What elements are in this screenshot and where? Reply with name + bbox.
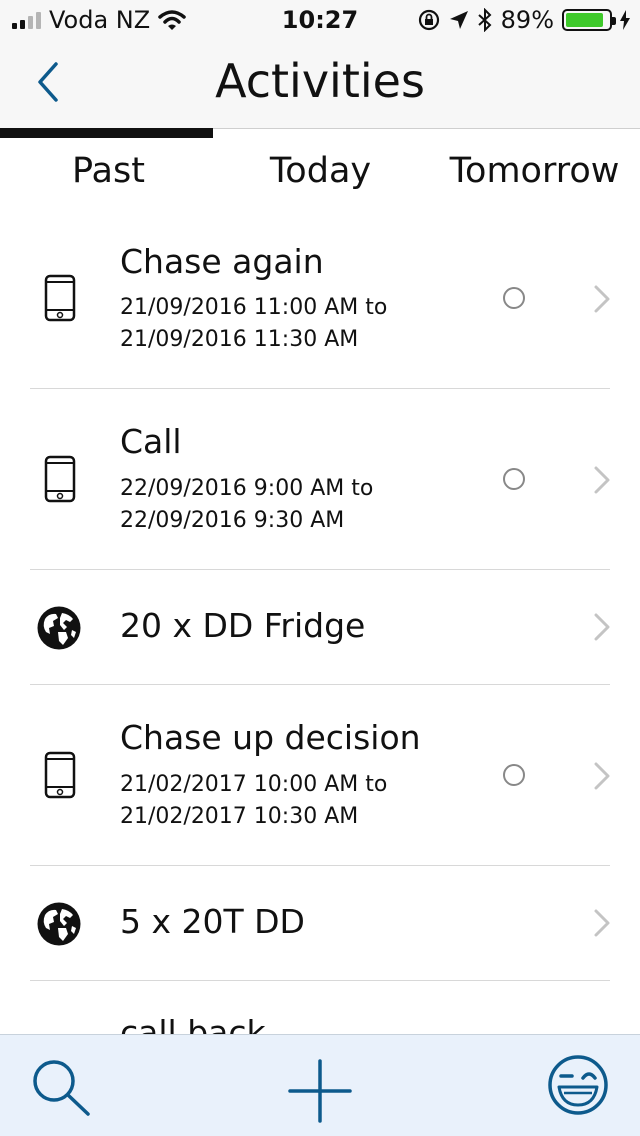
phone-icon bbox=[44, 455, 76, 503]
activity-start: 21/02/2017 10:00 AM to bbox=[120, 772, 388, 797]
chevron-right-icon bbox=[594, 285, 610, 313]
tab-selected-indicator bbox=[0, 128, 213, 138]
activity-row[interactable]: call back bbox=[0, 981, 640, 1034]
phone-icon bbox=[44, 751, 76, 799]
profile-button[interactable] bbox=[546, 1053, 610, 1121]
activity-title: call back bbox=[120, 1013, 266, 1034]
bluetooth-icon bbox=[477, 8, 492, 32]
activity-dates: 22/09/2016 9:00 AM to 22/09/2016 9:30 AM bbox=[120, 473, 373, 537]
segment-tabs: Past Today Tomorrow bbox=[0, 128, 640, 214]
add-icon bbox=[288, 1059, 352, 1123]
search-icon bbox=[33, 1060, 90, 1116]
status-bar: Voda NZ 10:27 89% bbox=[0, 0, 640, 40]
activity-title: 5 x 20T DD bbox=[120, 902, 305, 941]
phone-icon bbox=[44, 274, 76, 322]
smiley-icon bbox=[548, 1055, 608, 1115]
activity-dates: 21/09/2016 11:00 AM to 21/09/2016 11:30 … bbox=[120, 292, 387, 356]
activity-title: Chase up decision bbox=[120, 718, 421, 757]
activity-end: 21/02/2017 10:30 AM bbox=[120, 804, 359, 829]
activity-row[interactable]: Call 22/09/2016 9:00 AM to 22/09/2016 9:… bbox=[0, 389, 640, 570]
charging-icon bbox=[620, 10, 630, 30]
page-title: Activities bbox=[215, 54, 425, 108]
activity-end: 21/09/2016 11:30 AM bbox=[120, 327, 359, 352]
battery-icon bbox=[562, 9, 616, 31]
activity-row[interactable]: Chase up decision 21/02/2017 10:00 AM to… bbox=[0, 685, 640, 866]
add-button[interactable] bbox=[288, 1059, 352, 1127]
globe-icon bbox=[37, 902, 81, 946]
activity-start: 22/09/2016 9:00 AM to bbox=[120, 476, 374, 501]
activity-title: Call bbox=[120, 422, 182, 461]
complete-checkbox[interactable] bbox=[503, 287, 525, 309]
activity-end: 22/09/2016 9:30 AM bbox=[120, 508, 345, 533]
rotation-lock-icon bbox=[418, 9, 439, 31]
bottom-toolbar bbox=[0, 1034, 640, 1136]
activity-row[interactable]: 5 x 20T DD bbox=[0, 866, 640, 981]
activity-row[interactable]: 20 x DD Fridge bbox=[0, 570, 640, 685]
complete-checkbox[interactable] bbox=[503, 764, 525, 786]
activity-start: 21/09/2016 11:00 AM to bbox=[120, 295, 388, 320]
chevron-right-icon bbox=[594, 909, 610, 937]
activity-dates: 21/02/2017 10:00 AM to 21/02/2017 10:30 … bbox=[120, 769, 387, 833]
tab-tomorrow[interactable]: Tomorrow bbox=[428, 151, 640, 191]
chevron-right-icon bbox=[594, 613, 610, 641]
nav-bar: Activities bbox=[0, 40, 640, 128]
status-right: 89% bbox=[417, 6, 630, 34]
activity-title: 20 x DD Fridge bbox=[120, 606, 366, 645]
tab-past[interactable]: Past bbox=[2, 151, 215, 191]
battery-percent: 89% bbox=[500, 6, 554, 34]
chevron-right-icon bbox=[594, 466, 610, 494]
chevron-right-icon bbox=[594, 762, 610, 790]
activity-list[interactable]: Chase again 21/09/2016 11:00 AM to 21/09… bbox=[0, 214, 640, 1034]
globe-icon bbox=[37, 606, 81, 650]
activity-row[interactable]: Chase again 21/09/2016 11:00 AM to 21/09… bbox=[0, 214, 640, 389]
search-button[interactable] bbox=[30, 1057, 94, 1121]
complete-checkbox[interactable] bbox=[503, 468, 525, 490]
location-icon bbox=[449, 11, 468, 29]
tab-today[interactable]: Today bbox=[214, 151, 427, 191]
activity-title: Chase again bbox=[120, 242, 324, 281]
